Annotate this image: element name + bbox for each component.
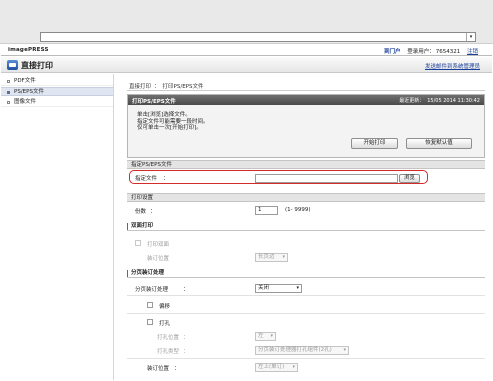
colon: ： — [183, 287, 189, 293]
browse-button[interactable]: 浏览 — [399, 174, 420, 183]
restore-defaults-button[interactable]: 恢复默认值 — [406, 138, 472, 149]
divider — [127, 313, 485, 314]
binding-select[interactable]: 长页边 ▾ — [255, 253, 288, 262]
browser-toolbar: ▾ — [0, 0, 493, 44]
offset-label: 偏移 — [159, 304, 171, 310]
chevron-down-icon: ▾ — [282, 254, 285, 260]
chevron-down-icon: ▾ — [270, 333, 273, 339]
print-settings-header: 打印设置 — [127, 193, 485, 202]
page-title: 直接打印 — [21, 61, 53, 70]
instruction-line: 单击[浏览]选择文件。 — [137, 112, 191, 118]
duplex-label: 打印双面 — [147, 242, 170, 248]
sidebar-item-label: PS/EPS文件 — [14, 89, 44, 95]
login-user-label: 登录用户： — [407, 49, 435, 55]
sidebar-item-image[interactable]: 图像文件 — [1, 98, 113, 107]
punch-checkbox[interactable] — [147, 319, 153, 325]
brand-bar: imagePRESS 到门户 登录用户：7654321 注销 — [1, 45, 492, 56]
colon: ： — [150, 209, 156, 215]
breadcrumb: 直接打印：打印PS/EPS文件 — [129, 82, 203, 90]
finishing-section-header: 分页装订处理 — [127, 269, 485, 278]
punch-position-label: 打孔位置 — [157, 335, 180, 341]
printer-icon — [7, 60, 18, 70]
file-input[interactable] — [255, 174, 398, 183]
divider — [127, 90, 485, 91]
print-panel-header: 打印PS/EPS文件 最近更新： 15/05 2014 11:30:42 — [128, 95, 484, 105]
colon: ： — [183, 335, 189, 341]
login-user-value: 7654321 — [435, 49, 461, 55]
finishing-select-value: 关闭 — [258, 285, 270, 291]
instructions: 单击[浏览]选择文件。 指定文件可能需要一段时间。 仅可单击一次[开始打印]。 — [137, 112, 209, 132]
chevron-down-icon: ▾ — [292, 364, 295, 370]
colon: ： — [174, 366, 180, 372]
last-updated-label: 最近更新： — [399, 98, 425, 104]
staple-select[interactable]: 左上(单订) ▾ — [255, 363, 298, 372]
sidebar-item-ps-eps[interactable]: PS/EPS文件 — [1, 87, 113, 96]
punch-type-label: 打孔类型 — [157, 349, 180, 355]
portal-link[interactable]: 到门户 — [384, 49, 401, 55]
punch-position-value: 左 — [258, 333, 264, 339]
sidebar-item-label: PDF文件 — [14, 78, 36, 84]
finishing-select[interactable]: 关闭 ▾ — [255, 284, 302, 293]
punch-label: 打孔 — [159, 321, 171, 327]
colon: ： — [163, 176, 169, 182]
copies-input[interactable]: 1 — [255, 206, 278, 215]
address-dropdown-icon[interactable]: ▾ — [466, 33, 475, 41]
print-panel: 打印PS/EPS文件 最近更新： 15/05 2014 11:30:42 单击[浏… — [127, 94, 485, 158]
bullet-icon — [7, 80, 10, 83]
last-updated: 最近更新： 15/05 2014 11:30:42 — [399, 97, 480, 104]
file-label: 指定文件 — [135, 176, 158, 182]
last-updated-value: 15/05 2014 11:30:42 — [427, 98, 480, 104]
binding-select-value: 长页边 — [258, 254, 275, 260]
chevron-down-icon: ▾ — [296, 285, 299, 291]
binding-label: 装订位置 — [147, 256, 170, 262]
page-title-bar: 直接打印 发送邮件到系统管理员 — [1, 57, 492, 73]
staple-label: 装订位置 — [147, 366, 170, 372]
divider — [127, 295, 485, 296]
print-panel-title: 打印PS/EPS文件 — [132, 99, 176, 105]
instruction-line: 仅可单击一次[开始打印]。 — [137, 125, 202, 132]
logout-link[interactable]: 注销 — [467, 49, 478, 55]
sidebar-item-label: 图像文件 — [14, 99, 37, 105]
bullet-icon — [7, 91, 10, 94]
duplex-checkbox[interactable] — [135, 240, 141, 246]
sidebar: PDF文件 PS/EPS文件 图像文件 — [1, 74, 114, 380]
punch-type-value: 分页装订处理器打孔组件(2孔) — [258, 347, 332, 353]
punch-type-select[interactable]: 分页装订处理器打孔组件(2孔) ▾ — [255, 346, 349, 355]
sidebar-item-pdf[interactable]: PDF文件 — [1, 77, 113, 86]
chevron-down-icon: ▾ — [343, 347, 346, 353]
offset-checkbox[interactable] — [147, 302, 153, 308]
staple-select-value: 左上(单订) — [258, 364, 285, 370]
copies-label: 份数 — [135, 209, 147, 215]
address-bar[interactable]: ▾ — [40, 32, 476, 42]
brand-logo: imagePRESS — [8, 47, 49, 53]
start-print-button[interactable]: 开始打印 — [351, 138, 398, 149]
main-content: 直接打印：打印PS/EPS文件 打印PS/EPS文件 最近更新： 15/05 20… — [115, 74, 492, 380]
duplex-section-header: 双面打印 — [127, 222, 485, 231]
punch-position-select[interactable]: 左 ▾ — [255, 332, 276, 341]
divider — [127, 358, 485, 359]
file-section-header: 指定PS/EPS文件 — [127, 160, 485, 169]
copies-range: (1- 9999) — [285, 207, 311, 213]
colon: ： — [183, 349, 189, 355]
user-links: 到门户 登录用户：7654321 注销 — [379, 47, 478, 55]
mail-admin-link[interactable]: 发送邮件到系统管理员 — [425, 62, 480, 70]
bullet-icon — [7, 101, 10, 104]
finishing-label: 分页装订处理 — [135, 287, 169, 293]
